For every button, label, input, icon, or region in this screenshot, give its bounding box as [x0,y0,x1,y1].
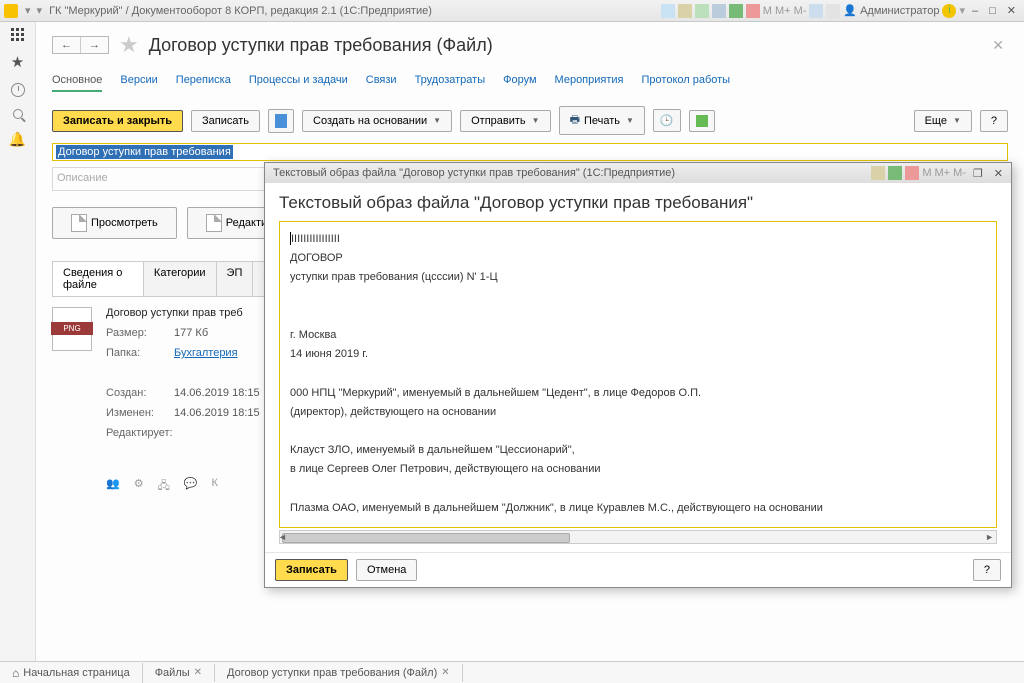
modal-cancel-button[interactable]: Отмена [356,559,417,581]
document-icon [71,214,87,232]
folder-link[interactable]: Бухгалтерия [174,347,238,359]
section-tabs: Основное Версии Переписка Процессы и зад… [52,70,1008,92]
file-type-badge [52,307,92,351]
mminus-label[interactable]: M- [794,5,807,17]
home-tab[interactable]: ⌂Начальная страница [0,663,143,683]
tab-signature[interactable]: ЭП [217,262,254,296]
calendar-icon[interactable] [729,4,743,18]
green-icon-button[interactable] [689,110,715,132]
tab-categories[interactable]: Категории [144,262,217,296]
modal-calendar2-icon[interactable] [905,166,919,180]
user-name[interactable]: Администратор [860,5,939,17]
editing-label: Редактирует: [106,427,186,439]
save-icon[interactable] [661,4,675,18]
favorites-icon[interactable]: ★ [11,53,24,71]
file-info-tabs: Сведения о файле Категории ЭП З [52,261,282,297]
info-icon[interactable]: i [942,4,956,18]
page-title: Договор уступки прав требования (Файл) [149,35,493,56]
tab-protocol[interactable]: Протокол работы [642,70,731,92]
size-value: 177 Кб [174,327,208,339]
favorite-star-icon[interactable]: ★ [119,32,139,58]
bottom-tab-bar: ⌂Начальная страница Файлы✕ Договор уступ… [0,661,1024,683]
save-and-close-button[interactable]: Записать и закрыть [52,110,183,132]
modal-m[interactable]: M [922,167,931,179]
mplus-label[interactable]: M+ [775,5,791,17]
maximize-button[interactable]: □ [985,5,1000,17]
more-button[interactable]: Еще▼ [914,110,972,132]
tab-labor[interactable]: Трудозатраты [415,70,486,92]
nav-buttons[interactable]: ←→ [52,36,109,54]
save-button[interactable]: Записать [191,110,260,132]
titlebar-nav[interactable]: ▾▾ [22,4,45,17]
app-title: ГК "Меркурий" / Документооборот 8 КОРП, … [49,5,432,17]
clock-button[interactable]: 🕒 [653,109,681,132]
document-icon-button[interactable] [268,109,294,133]
name-input[interactable]: Договор уступки прав требования [52,143,1008,161]
print-button[interactable]: 🖶Печать▼ [559,106,645,135]
current-tab[interactable]: Договор уступки прав требования (Файл)✕ [215,664,463,682]
users-icon[interactable]: 👥 [106,477,120,496]
modal-mplus[interactable]: M+ [934,167,950,179]
modal-folder-icon[interactable] [871,166,885,180]
window-icon[interactable] [826,4,840,18]
modal-titlebar[interactable]: Текстовый образ файла "Договор уступки п… [265,163,1011,183]
tab-events[interactable]: Мероприятия [555,70,624,92]
created-value: 14.06.2019 18:15 [174,387,260,399]
files-tab[interactable]: Файлы✕ [143,664,215,682]
minimize-button[interactable]: – [968,5,982,17]
modal-calendar-icon[interactable] [888,166,902,180]
horizontal-scrollbar[interactable]: ◄► [279,530,997,544]
tree-icon[interactable]: 🖧 [158,477,170,496]
size-label: Размер: [106,327,166,339]
sidebar: ★ 🔔 [0,22,36,661]
k-icon[interactable]: К [212,477,218,496]
folder-label: Папка: [106,347,166,359]
apps-icon[interactable] [11,28,24,41]
tab-processes[interactable]: Процессы и задачи [249,70,348,92]
search-icon[interactable] [13,109,23,119]
close-button[interactable]: ✕ [1003,4,1020,17]
create-based-button[interactable]: Создать на основании▼ [302,110,452,132]
text-image-modal: Текстовый образ файла "Договор уступки п… [264,162,1012,588]
gear-icon[interactable]: ⚙ [134,477,144,496]
comments-icon[interactable]: 💬 [184,477,198,496]
app-icon [4,4,18,18]
calc-icon[interactable] [695,4,709,18]
tab-forum[interactable]: Форум [503,70,536,92]
tab-main[interactable]: Основное [52,70,102,92]
modal-mminus[interactable]: M- [953,167,966,179]
help-button[interactable]: ? [980,110,1008,132]
clock-icon[interactable] [809,4,823,18]
send-button[interactable]: Отправить▼ [460,110,550,132]
tab-file-info[interactable]: Сведения о файле [53,262,144,296]
modal-close-button[interactable]: ✕ [990,167,1007,180]
modal-save-button[interactable]: Записать [275,559,348,581]
tab-versions[interactable]: Версии [120,70,157,92]
history-icon[interactable] [11,83,25,97]
tab-correspondence[interactable]: Переписка [176,70,231,92]
edit-document-icon [206,214,222,232]
modal-help-button[interactable]: ? [973,559,1001,581]
modal-heading: Текстовый образ файла "Договор уступки п… [279,193,997,213]
file-name: Договор уступки прав треб [106,307,260,319]
tab-links[interactable]: Связи [366,70,397,92]
notifications-icon[interactable]: 🔔 [9,131,26,148]
view-button[interactable]: Просмотреть [52,207,177,239]
created-label: Создан: [106,387,166,399]
text-editor[interactable]: IIIIIIIIIIIIIIII ДОГОВОР уступки прав тр… [279,221,997,528]
calendar2-icon[interactable] [746,4,760,18]
modified-value: 14.06.2019 18:15 [174,407,260,419]
modified-label: Изменен: [106,407,166,419]
modal-title: Текстовый образ файла "Договор уступки п… [273,167,675,179]
user-icon: 👤 [843,4,857,17]
folder-icon[interactable] [678,4,692,18]
print-icon[interactable] [712,4,726,18]
page-close-button[interactable]: ✕ [988,33,1008,58]
modal-restore-button[interactable]: ❐ [969,167,987,180]
m-label[interactable]: M [763,5,772,17]
app-titlebar: ▾▾ ГК "Меркурий" / Документооборот 8 КОР… [0,0,1024,22]
